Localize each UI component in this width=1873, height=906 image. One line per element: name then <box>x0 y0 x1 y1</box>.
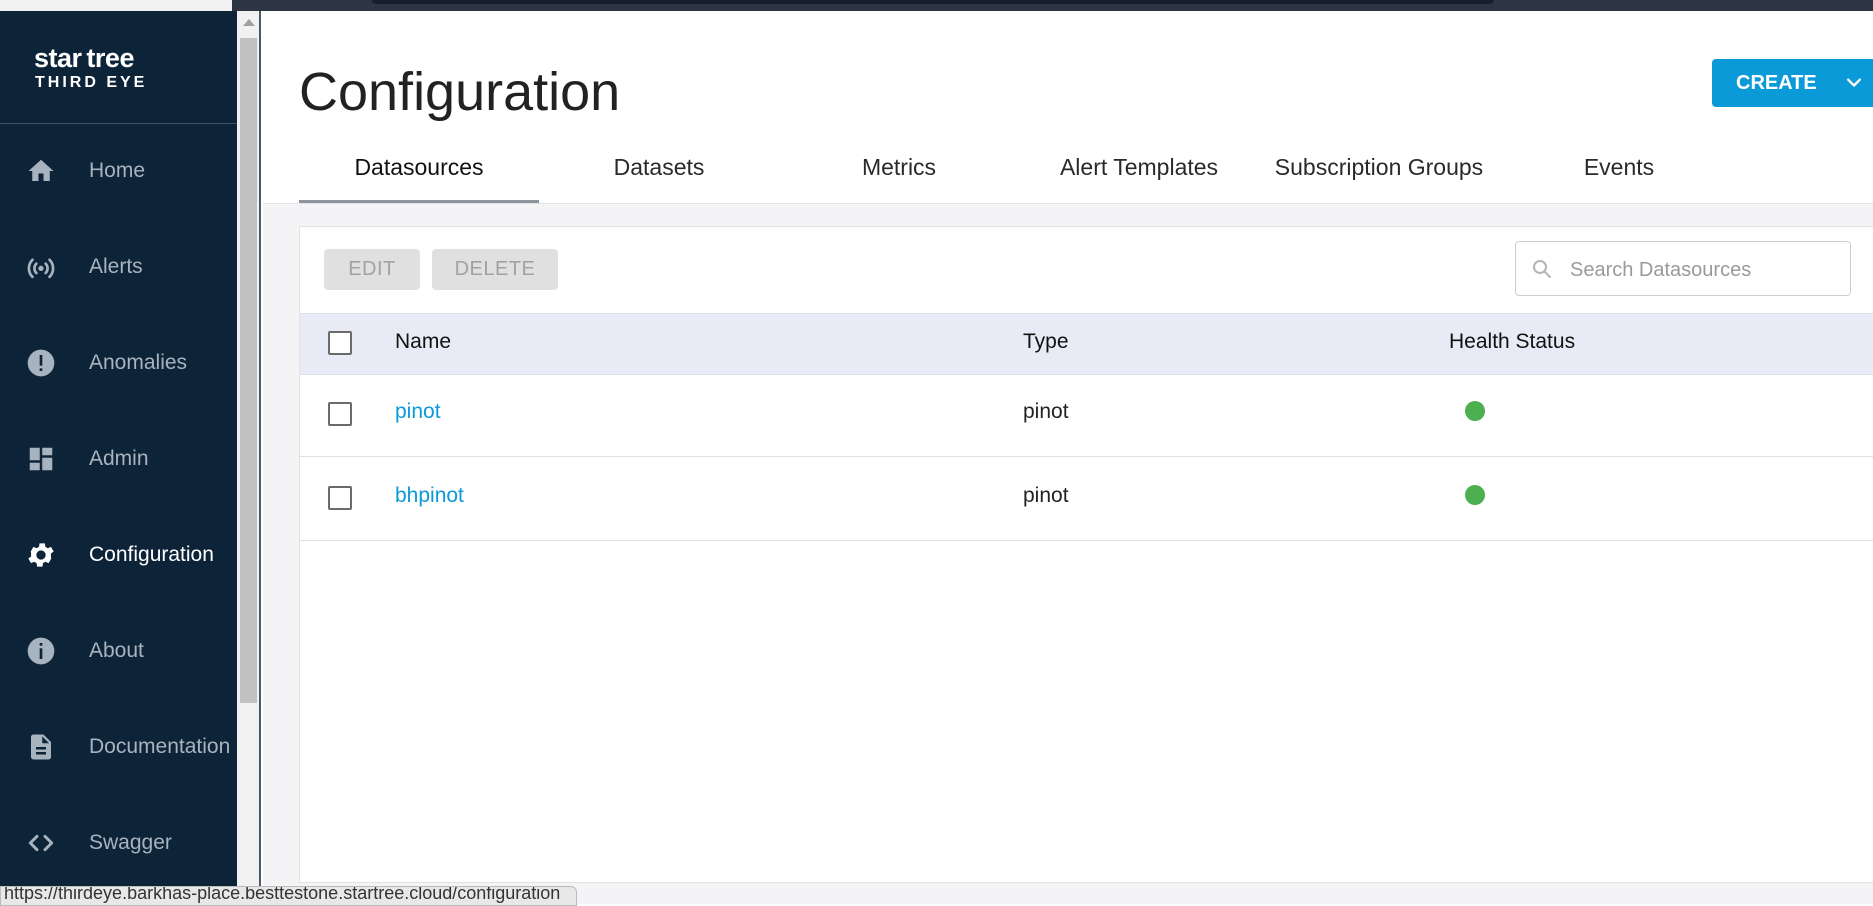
home-icon <box>24 154 58 188</box>
table-row[interactable]: pinot pinot <box>300 373 1873 457</box>
tab-datasets[interactable]: Datasets <box>539 151 779 203</box>
page-title: Configuration <box>299 62 621 122</box>
datasource-type: pinot <box>1023 484 1069 507</box>
create-button[interactable]: CREATE <box>1712 59 1873 107</box>
document-icon <box>24 730 58 764</box>
sidebar-item-anomalies[interactable]: Anomalies <box>0 315 237 411</box>
datasource-name-link[interactable]: bhpinot <box>395 484 464 508</box>
alert-signal-icon <box>24 250 58 284</box>
sidebar-item-label: Configuration <box>89 543 214 566</box>
sidebar-item-alerts[interactable]: Alerts <box>0 219 237 315</box>
search-icon <box>1530 257 1554 286</box>
select-all-checkbox[interactable] <box>328 331 352 355</box>
sidebar-item-label: Alerts <box>89 255 143 278</box>
datasource-type: pinot <box>1023 400 1069 423</box>
row-checkbox[interactable] <box>328 402 352 426</box>
code-icon <box>24 826 58 860</box>
column-header-type[interactable]: Type <box>1023 330 1069 354</box>
dashboard-icon <box>24 442 58 476</box>
sidebar-scrollbar[interactable] <box>237 11 261 904</box>
sidebar-item-label: Admin <box>89 447 149 470</box>
health-status-dot <box>1465 485 1485 505</box>
datasource-name-link[interactable]: pinot <box>395 400 441 424</box>
link-status-tooltip: https://thirdeye.barkhas-place.besttesto… <box>0 886 577 906</box>
sidebar-item-admin[interactable]: Admin <box>0 411 237 507</box>
search-box <box>1515 241 1851 296</box>
column-header-health-status[interactable]: Health Status <box>1449 330 1575 354</box>
scroll-up-arrow-icon[interactable] <box>243 19 255 26</box>
table-header: Name Type Health Status <box>300 313 1873 375</box>
sidebar-item-about[interactable]: About <box>0 603 237 699</box>
sidebar-item-home[interactable]: Home <box>0 123 237 219</box>
tab-alert-templates[interactable]: Alert Templates <box>1019 151 1259 203</box>
sidebar-item-label: Anomalies <box>89 351 188 374</box>
info-icon <box>24 634 58 668</box>
app-logo[interactable]: star tree THIRD EYE <box>0 11 237 124</box>
browser-top-strip <box>0 0 1873 11</box>
logo-wordmark: star tree <box>34 43 134 73</box>
table-row[interactable]: bhpinot pinot <box>300 457 1873 541</box>
tab-events[interactable]: Events <box>1499 151 1739 203</box>
gear-icon <box>24 538 58 572</box>
chevron-down-icon <box>1844 73 1864 99</box>
row-checkbox[interactable] <box>328 486 352 510</box>
create-button-label: CREATE <box>1736 71 1817 94</box>
sidebar-item-label: Home <box>89 159 146 182</box>
sidebar-item-label: Swagger <box>89 831 172 854</box>
status-url: https://thirdeye.barkhas-place.besttesto… <box>4 886 561 903</box>
tab-datasources[interactable]: Datasources <box>299 151 539 203</box>
datasources-card: EDIT DELETE Name Type Health Status pino… <box>299 226 1873 883</box>
main-content: Configuration CREATE Datasources Dataset… <box>263 11 1873 904</box>
sidebar-item-documentation[interactable]: Documentation <box>0 699 237 795</box>
tab-subscription-groups[interactable]: Subscription Groups <box>1259 151 1499 203</box>
search-input[interactable] <box>1568 252 1842 288</box>
page-header: Configuration CREATE Datasources Dataset… <box>263 11 1873 204</box>
sidebar-item-label: Documentation <box>89 735 231 758</box>
sidebar: star tree THIRD EYE Home Alerts Anomalie… <box>0 11 237 904</box>
sidebar-item-swagger[interactable]: Swagger <box>0 795 237 891</box>
health-status-dot <box>1465 401 1485 421</box>
sidebar-item-configuration[interactable]: Configuration <box>0 507 237 603</box>
delete-button[interactable]: DELETE <box>432 249 558 290</box>
edit-button[interactable]: EDIT <box>324 249 420 290</box>
scrollbar-thumb[interactable] <box>240 38 257 703</box>
exclamation-icon <box>24 346 58 380</box>
sidebar-item-label: About <box>89 639 144 662</box>
logo-subtitle: THIRD EYE <box>35 74 148 91</box>
tab-metrics[interactable]: Metrics <box>779 151 1019 203</box>
column-header-name[interactable]: Name <box>395 330 451 354</box>
